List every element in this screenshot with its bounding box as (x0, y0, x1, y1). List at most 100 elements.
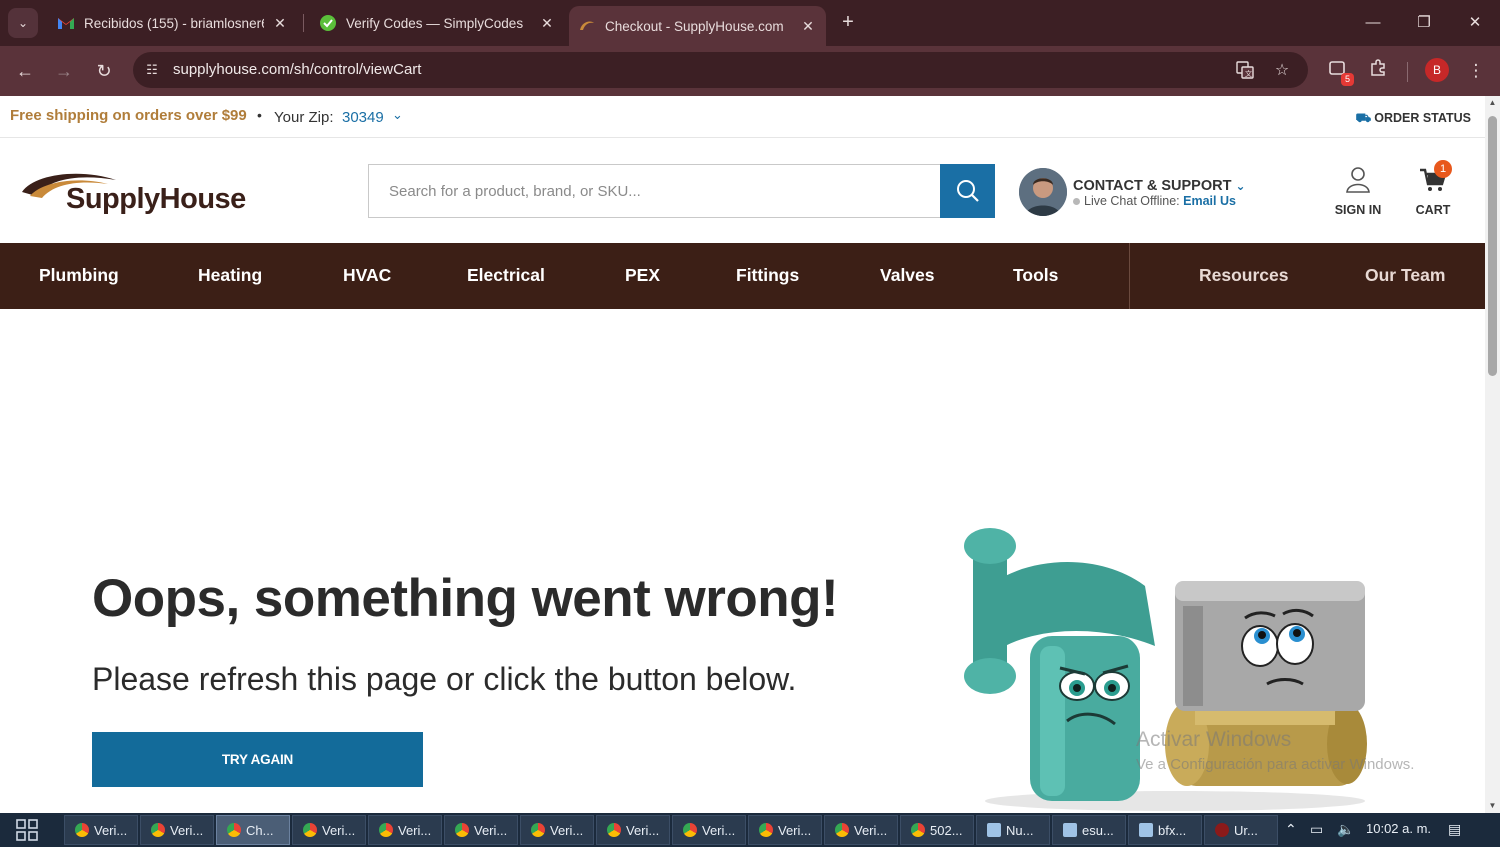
site-settings-icon[interactable]: ☷ (143, 61, 161, 79)
tab-supplyhouse[interactable]: Checkout - SupplyHouse.com ✕ (569, 6, 826, 46)
network-icon[interactable]: ▭ (1310, 821, 1323, 838)
new-tab-button[interactable]: + (836, 10, 860, 34)
taskbar-item[interactable]: Veri... (368, 815, 442, 845)
reload-icon[interactable]: ↻ (91, 58, 117, 84)
windows-taskbar: Veri... Veri... Ch... Veri... Veri... Ve… (0, 813, 1500, 847)
taskbar-item[interactable]: Veri... (824, 815, 898, 845)
cart-button[interactable]: 1 CART (1410, 160, 1456, 217)
clock[interactable]: 10:02 a. m. (1366, 821, 1431, 836)
nav-item-electrical[interactable]: Electrical (467, 243, 545, 309)
simplycodes-icon (320, 15, 336, 31)
nav-item-plumbing[interactable]: Plumbing (39, 243, 119, 309)
notepad-icon (987, 823, 1001, 837)
chrome-icon (75, 823, 89, 837)
scroll-down-arrow-icon[interactable]: ▼ (1485, 799, 1500, 813)
supplyhouse-icon (579, 18, 595, 34)
taskbar-label: Veri... (854, 822, 888, 838)
scrollbar-thumb[interactable] (1488, 116, 1497, 376)
toolbar-separator (1407, 62, 1408, 82)
sign-in-button[interactable]: SIGN IN (1330, 164, 1386, 217)
page-scrollbar[interactable]: ▲ ▼ (1485, 96, 1500, 813)
taskbar-item[interactable]: Ur... (1204, 815, 1278, 845)
order-status-link[interactable]: ⛟ ORDER STATUS (1356, 111, 1472, 127)
taskbar-label: Veri... (778, 822, 812, 838)
try-again-button[interactable]: TRY AGAIN (92, 732, 423, 787)
puzzle-extensions-icon[interactable] (1365, 58, 1391, 84)
address-bar[interactable]: ☷ supplyhouse.com/sh/control/viewCart 文 … (133, 52, 1308, 88)
truck-icon: ⛟ (1355, 111, 1372, 125)
tab-title: Verify Codes — SimplyCodes (346, 15, 524, 31)
notepad-icon (1063, 823, 1077, 837)
chrome-icon (227, 823, 241, 837)
chevron-down-icon[interactable]: ⌄ (392, 107, 403, 123)
bookmark-star-icon[interactable]: ☆ (1272, 61, 1292, 81)
watermark-line-2: Ve a Configuración para activar Windows. (1136, 756, 1415, 773)
notifications-icon[interactable]: ▤ (1448, 821, 1461, 838)
nav-item-heating[interactable]: Heating (198, 243, 262, 309)
taskbar-item[interactable]: Veri... (748, 815, 822, 845)
taskbar-item[interactable]: Veri... (64, 815, 138, 845)
taskbar-item[interactable]: Veri... (140, 815, 214, 845)
support-agent-avatar (1019, 168, 1067, 216)
zip-label: Your Zip: (274, 109, 334, 126)
taskbar-item[interactable]: Veri... (444, 815, 518, 845)
close-window-icon[interactable]: ✕ (1460, 10, 1490, 36)
nav-item-resources[interactable]: Resources (1199, 243, 1289, 309)
taskbar-item[interactable]: 502... (900, 815, 974, 845)
taskbar-label: Veri... (170, 822, 204, 838)
nav-item-hvac[interactable]: HVAC (343, 243, 391, 309)
taskbar-item[interactable]: Veri... (292, 815, 366, 845)
taskbar-item[interactable]: Nu... (976, 815, 1050, 845)
nav-item-tools[interactable]: Tools (1013, 243, 1058, 309)
zip-value[interactable]: 30349 (342, 109, 384, 126)
volume-icon[interactable]: 🔈 (1337, 821, 1354, 838)
taskbar-item[interactable]: esu... (1052, 815, 1126, 845)
user-icon (1346, 167, 1370, 193)
tab-simplycodes[interactable]: Verify Codes — SimplyCodes ✕ (310, 6, 565, 40)
watermark-line-1: Activar Windows (1136, 728, 1292, 751)
taskbar-item[interactable]: Veri... (520, 815, 594, 845)
scroll-up-arrow-icon[interactable]: ▲ (1485, 96, 1500, 110)
close-tab-icon[interactable]: ✕ (800, 18, 816, 35)
notepad-icon (1139, 823, 1153, 837)
taskbar-label: bfx... (1158, 822, 1187, 838)
search-input[interactable] (369, 165, 941, 217)
restore-icon[interactable]: ❐ (1409, 10, 1439, 36)
taskbar-item[interactable]: bfx... (1128, 815, 1202, 845)
chrome-icon (759, 823, 773, 837)
search-button[interactable] (940, 164, 995, 218)
tray-chevron-up-icon[interactable]: ⌃ (1285, 821, 1297, 838)
extension-icon[interactable]: 5 (1325, 58, 1354, 86)
chrome-icon (455, 823, 469, 837)
translate-icon[interactable]: 文 (1235, 61, 1255, 81)
email-us-link[interactable]: Email Us (1183, 194, 1236, 208)
extension-badge: 5 (1341, 73, 1354, 86)
close-tab-icon[interactable]: ✕ (272, 15, 288, 32)
taskbar-item[interactable]: Veri... (596, 815, 670, 845)
forward-arrow-icon[interactable]: → (51, 58, 77, 84)
tab-gmail[interactable]: Recibidos (155) - briamlosner65 ✕ (48, 6, 298, 40)
nav-item-fittings[interactable]: Fittings (736, 243, 799, 309)
supplyhouse-logo[interactable]: SupplyHouse (20, 170, 250, 220)
taskbar-item[interactable]: Veri... (672, 815, 746, 845)
taskbar-item[interactable]: Ch... (216, 815, 290, 845)
free-shipping-text: Free shipping on orders over $99 (10, 107, 247, 124)
tab-search-button[interactable]: ⌄ (8, 8, 38, 38)
minimize-icon[interactable]: — (1358, 10, 1388, 36)
url-text[interactable]: supplyhouse.com/sh/control/viewCart (173, 61, 421, 78)
nav-item-our-team[interactable]: Our Team (1365, 243, 1445, 309)
nav-divider (1129, 243, 1130, 309)
taskbar-label: esu... (1082, 822, 1114, 838)
browser-menu-icon[interactable]: ⋮ (1463, 58, 1489, 84)
back-arrow-icon[interactable]: ← (12, 58, 38, 84)
app-icon (1215, 823, 1229, 837)
windows-start-icon[interactable] (12, 818, 42, 842)
live-chat-label: Live Chat Offline: (1084, 194, 1180, 208)
chrome-icon (835, 823, 849, 837)
close-tab-icon[interactable]: ✕ (539, 15, 555, 32)
contact-support-menu[interactable]: CONTACT & SUPPORT ⌄ (1073, 178, 1246, 194)
taskbar-label: Veri... (322, 822, 356, 838)
nav-item-pex[interactable]: PEX (625, 243, 660, 309)
profile-avatar[interactable]: B (1425, 58, 1449, 82)
nav-item-valves[interactable]: Valves (880, 243, 935, 309)
